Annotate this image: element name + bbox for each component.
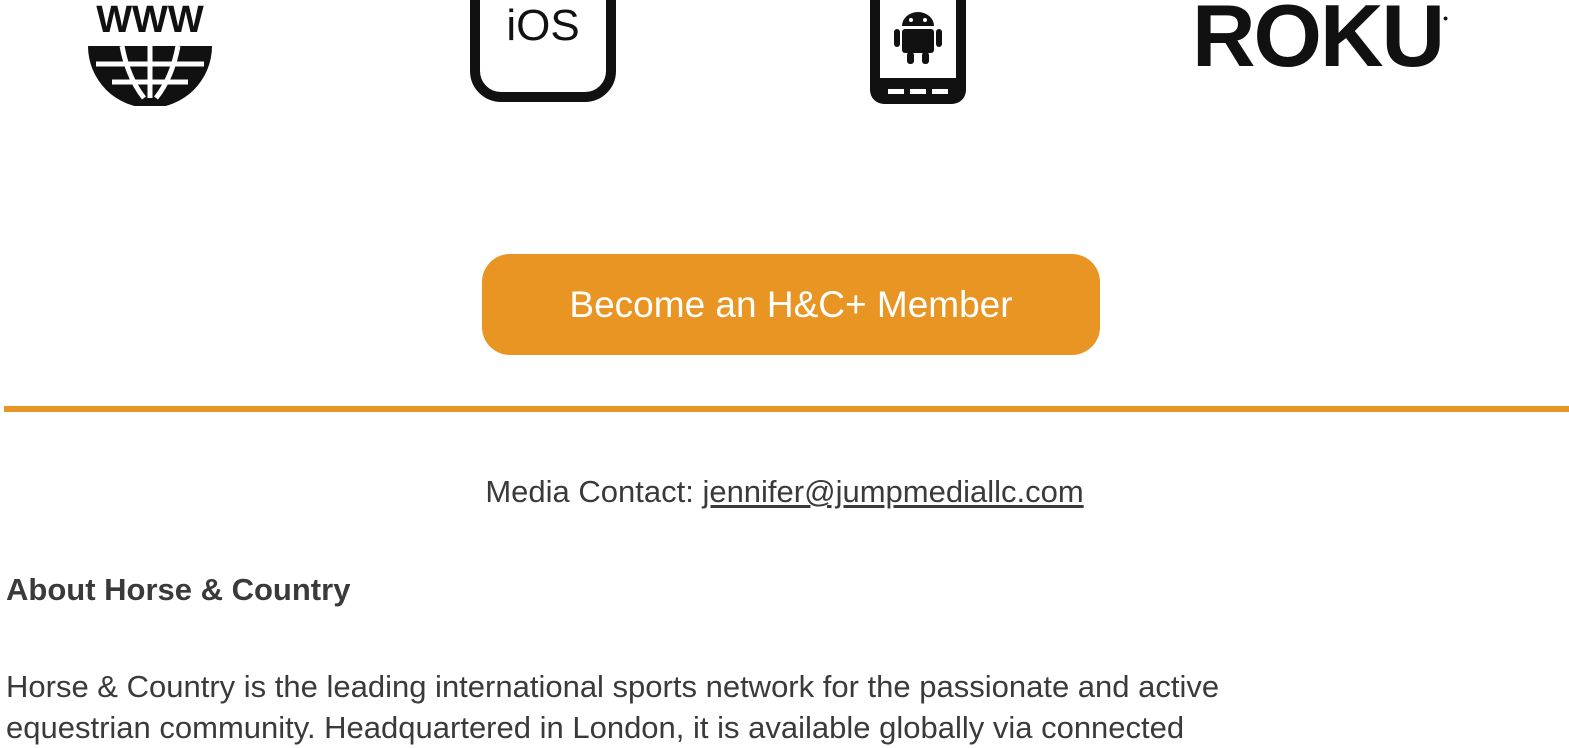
about-line-1: Horse & Country is the leading internati… [6,669,1220,704]
contact-email-link[interactable]: jennifer@jumpmediallc.com [702,474,1083,509]
media-contact: Media Contact: jennifer@jumpmediallc.com [0,470,1569,514]
ios-device-icon[interactable]: iOS [470,0,616,104]
ios-label: iOS [506,1,579,50]
roku-logo[interactable]: ROKU• [1192,0,1448,85]
about-description: Horse & Country is the leading internati… [6,666,1569,748]
www-label: WWW [96,0,204,41]
become-member-button[interactable]: Become an H&C+ Member [482,254,1100,355]
about-heading: About Horse & Country [6,572,351,607]
about-line-2: equestrian community. Headquartered in L… [6,710,1185,745]
android-phone-icon[interactable] [866,0,970,110]
media-contact-label: Media Contact: [485,474,703,509]
globe-icon[interactable]: WWW [82,0,218,106]
roku-label: ROKU [1192,0,1445,85]
section-divider [4,406,1569,412]
